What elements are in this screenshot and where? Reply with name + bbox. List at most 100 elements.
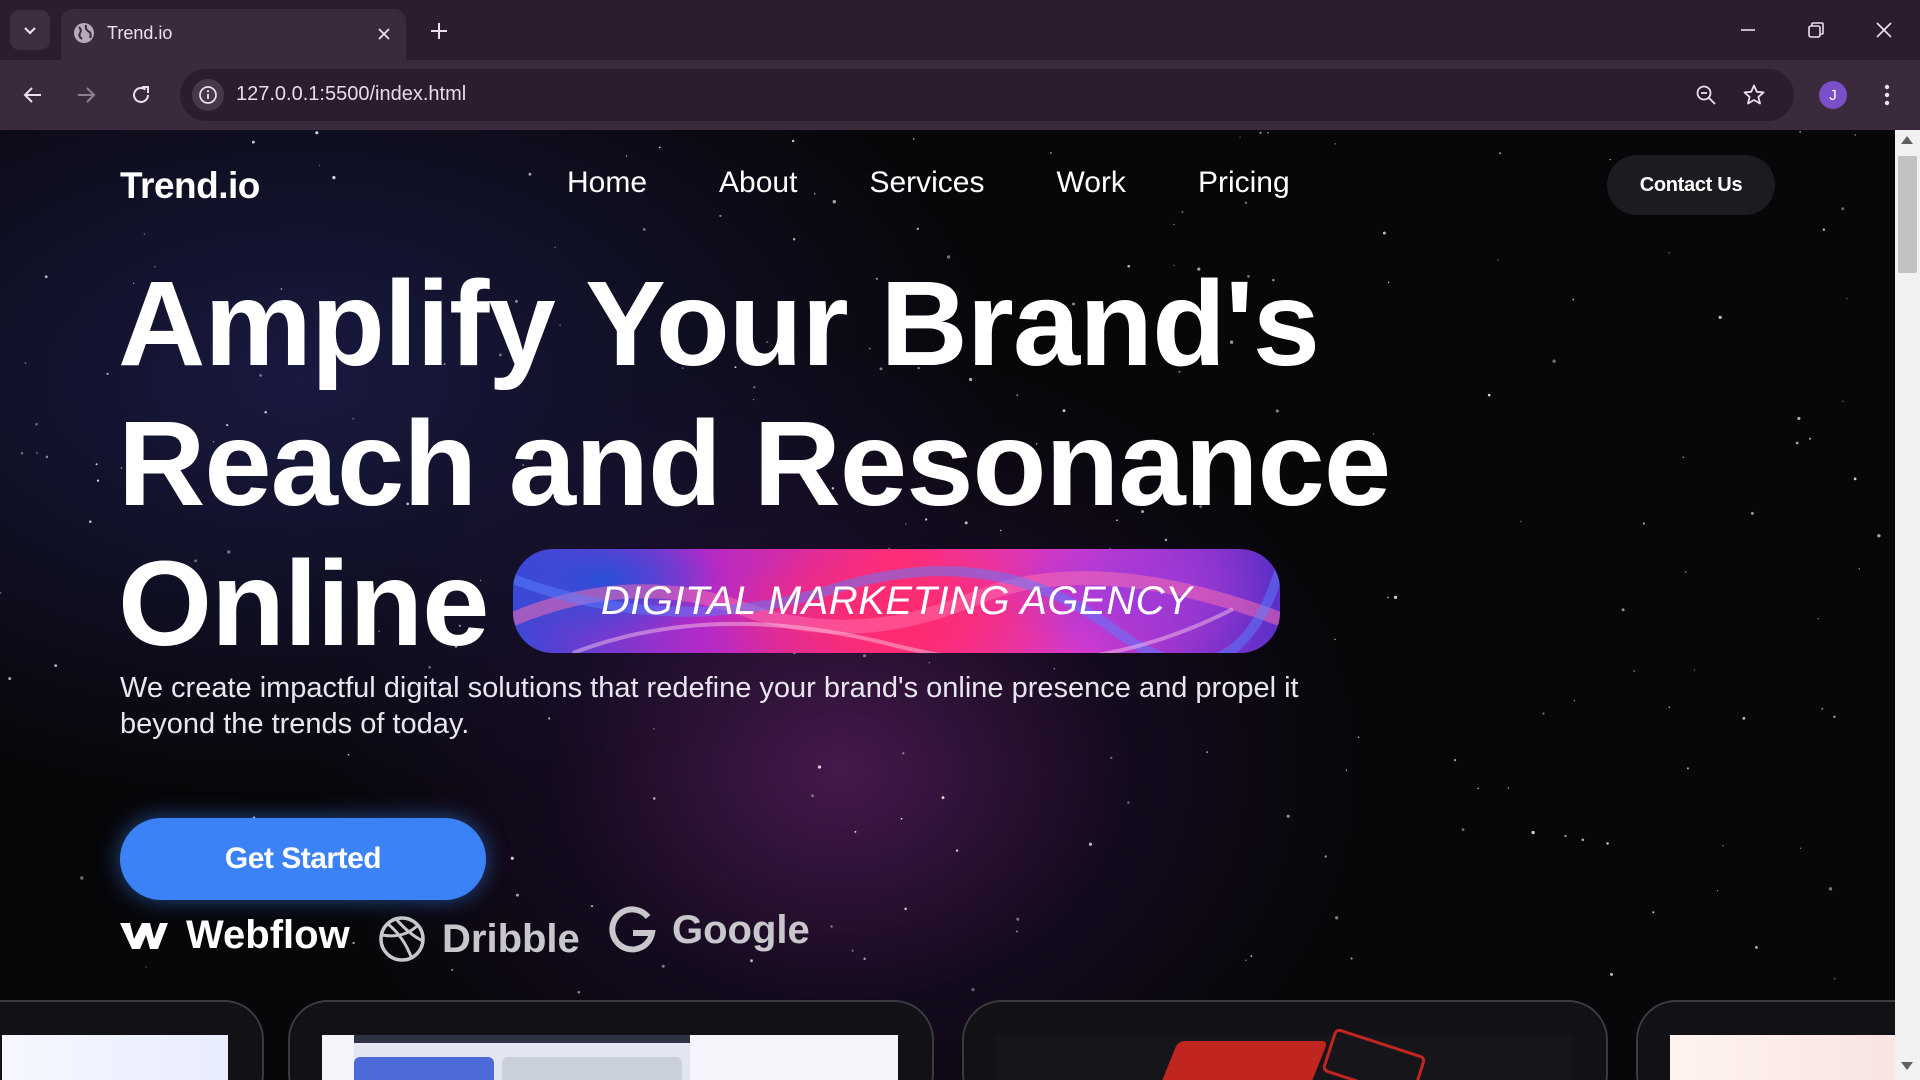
star-dot: [1477, 787, 1480, 790]
star-dot: [1821, 707, 1824, 710]
new-tab-button[interactable]: [422, 14, 456, 48]
star-dot: [145, 966, 147, 968]
nav-pricing[interactable]: Pricing: [1198, 166, 1290, 200]
star-dot: [1267, 131, 1269, 134]
star-dot: [900, 817, 903, 820]
star-dot: [1621, 608, 1625, 612]
close-tab-button[interactable]: [370, 20, 398, 48]
work-card[interactable]: [962, 1000, 1608, 1080]
scroll-down-arrow[interactable]: [1901, 1062, 1913, 1070]
address-bar[interactable]: 127.0.0.1:5500/index.html: [180, 69, 1794, 121]
partner-name: Dribble: [442, 916, 580, 961]
star-dot: [35, 423, 38, 426]
zoom-icon: [1696, 85, 1716, 105]
star-dot: [510, 856, 514, 860]
work-card-image: [1670, 1035, 1895, 1080]
star-dot: [832, 200, 836, 204]
browser-tab[interactable]: Trend.io: [61, 9, 406, 60]
star-dot: [1564, 834, 1567, 838]
site-info-icon: [199, 86, 217, 104]
restore-button[interactable]: [1794, 8, 1838, 52]
forward-button[interactable]: [66, 75, 106, 115]
scroll-up-arrow[interactable]: [1901, 136, 1913, 144]
star-dot: [1127, 801, 1130, 804]
profile-avatar[interactable]: J: [1819, 81, 1847, 109]
star-dot: [1382, 231, 1386, 235]
star-dot: [1259, 131, 1262, 135]
work-card-image: [322, 1035, 898, 1080]
star-dot: [1652, 911, 1655, 914]
star-dot: [1610, 972, 1613, 976]
star-dot: [1668, 252, 1670, 254]
mockup-red-frame: [1321, 1027, 1427, 1080]
back-icon: [23, 87, 41, 103]
star-dot: [44, 275, 48, 279]
star-dot: [658, 146, 661, 149]
partner-webflow: Webflow: [120, 913, 350, 958]
star-dot: [941, 796, 945, 800]
star-dot: [1181, 210, 1184, 214]
bookmark-button[interactable]: [1738, 79, 1770, 111]
back-button[interactable]: [13, 75, 53, 115]
plus-icon: [431, 23, 447, 39]
star-dot: [1854, 134, 1856, 136]
tab-title: Trend.io: [107, 23, 173, 43]
browser-menu-button[interactable]: [1870, 77, 1904, 113]
site-logo[interactable]: Trend.io: [120, 165, 260, 207]
star-dot: [451, 968, 454, 972]
star-dot: [528, 172, 532, 176]
reload-button[interactable]: [121, 75, 161, 115]
star-dot: [1809, 437, 1812, 440]
partner-name: Webflow: [186, 913, 350, 957]
mockup-header: [354, 1035, 690, 1043]
star-dot: [95, 463, 98, 466]
headline-line-1: Amplify Your Brand's: [118, 255, 1320, 391]
star-dot: [854, 830, 857, 833]
star-dot: [1795, 441, 1799, 445]
star-dot: [88, 520, 92, 524]
close-window-button[interactable]: [1862, 8, 1906, 52]
star-dot: [1718, 315, 1722, 320]
partner-name: Google: [672, 907, 810, 952]
contact-us-button[interactable]: Contact Us: [1607, 155, 1775, 215]
star-dot: [1542, 712, 1545, 715]
mockup-red-banner: [1153, 1041, 1329, 1080]
nav-services[interactable]: Services: [869, 166, 984, 200]
star-dot: [1668, 706, 1671, 709]
star-dot: [661, 964, 665, 968]
work-card[interactable]: [0, 1000, 264, 1080]
star-dot: [96, 479, 100, 482]
nav-home[interactable]: Home: [567, 166, 647, 200]
tab-search-button[interactable]: [10, 10, 50, 50]
star-dot: [1387, 281, 1390, 283]
work-card[interactable]: [288, 1000, 934, 1080]
star-dot: [642, 228, 646, 231]
star-dot: [106, 372, 109, 376]
star-dot: [1693, 669, 1696, 671]
page-viewport: Trend.io Home About Services Work Pricin…: [0, 130, 1895, 1080]
star-dot: [1853, 477, 1857, 481]
work-card[interactable]: [1636, 1000, 1895, 1080]
star-dot: [719, 214, 722, 218]
star-dot: [912, 138, 915, 140]
star-dot: [1531, 830, 1535, 835]
agency-badge: DIGITAL MARKETING AGENCY: [513, 549, 1280, 653]
nav-about[interactable]: About: [719, 166, 797, 200]
scroll-thumb[interactable]: [1898, 156, 1917, 273]
star-dot: [1633, 670, 1636, 672]
work-card-image: [996, 1027, 1572, 1080]
star-dot: [1572, 298, 1575, 301]
star-dot: [352, 941, 355, 945]
nav-work[interactable]: Work: [1056, 166, 1125, 200]
page-scrollbar[interactable]: [1895, 130, 1920, 1080]
headline-line-2: Reach and Resonance: [118, 395, 1391, 531]
zoom-button[interactable]: [1690, 79, 1722, 111]
url-text[interactable]: 127.0.0.1:5500/index.html: [236, 83, 466, 106]
get-started-button[interactable]: Get Started: [120, 818, 486, 900]
minimize-button[interactable]: [1726, 8, 1770, 52]
star-dot: [1088, 842, 1093, 846]
star-dot: [1507, 787, 1510, 789]
site-info-button[interactable]: [192, 79, 224, 111]
minimize-icon: [1741, 29, 1755, 31]
star-dot: [1606, 842, 1609, 845]
